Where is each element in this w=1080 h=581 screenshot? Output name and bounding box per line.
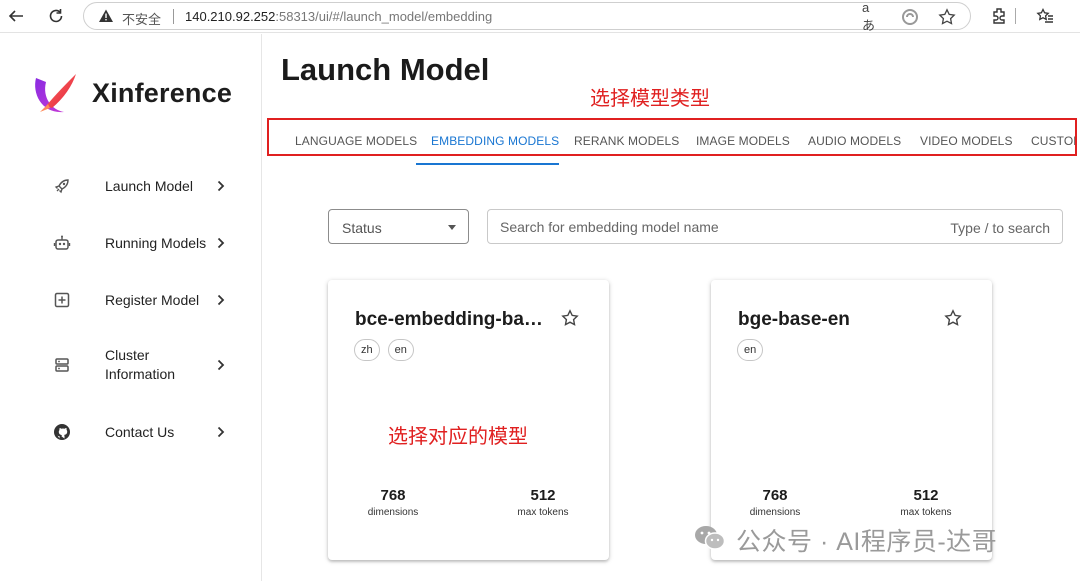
star-icon[interactable]	[944, 309, 962, 327]
model-name: bce-embedding-base_v1	[355, 309, 545, 330]
max-tokens-label: max tokens	[900, 507, 952, 518]
star-icon[interactable]	[561, 309, 579, 327]
warning-icon[interactable]	[98, 8, 114, 24]
status-select[interactable]: Status	[328, 209, 469, 244]
wechat-icon	[694, 524, 726, 557]
dimensions-value: 768	[762, 487, 788, 504]
address-divider	[173, 9, 174, 24]
search-shortcut-hint: Type / to search	[950, 220, 1050, 236]
model-name: bge-base-en	[738, 309, 850, 330]
status-select-label: Status	[342, 220, 382, 236]
tab-audio-models[interactable]: AUDIO MODELS	[808, 134, 901, 148]
caret-down-icon	[448, 225, 456, 230]
active-tab-indicator	[416, 163, 559, 165]
translate-icon[interactable]	[900, 7, 920, 27]
annotation-select-model: 选择对应的模型	[388, 426, 528, 448]
watermark: 公众号 · AI程序员-达哥	[694, 522, 997, 558]
search-field[interactable]: Type / to search	[487, 209, 1063, 244]
tab-custom-models[interactable]: CUSTOM MODELS	[1031, 134, 1075, 148]
favorites-icon[interactable]	[1033, 4, 1057, 28]
language-chips: en	[737, 339, 764, 361]
tab-image-models[interactable]: IMAGE MODELS	[696, 134, 790, 148]
page-title: Launch Model	[281, 52, 490, 87]
dimensions-label: dimensions	[367, 507, 419, 518]
server-icon	[52, 355, 72, 375]
address-bar[interactable]: 不安全 140.210.92.252:58313/ui/#/launch_mod…	[83, 0, 971, 33]
rocket-icon	[52, 176, 72, 196]
sidebar-item-label: Contact Us	[105, 423, 175, 440]
tab-embedding-models[interactable]: EMBEDDING MODELS	[431, 134, 559, 148]
sidebar-item-label: Cluster Information	[105, 347, 176, 382]
max-tokens-label: max tokens	[517, 507, 569, 518]
read-aloud-icon[interactable]: aあ	[862, 0, 882, 33]
sidebar-item-label: Register Model	[105, 291, 200, 308]
language-chip: en	[737, 339, 764, 361]
browser-toolbar: 不安全 140.210.92.252:58313/ui/#/launch_mod…	[0, 0, 1080, 33]
max-tokens-value: 512	[530, 487, 556, 504]
max-tokens-stat: 512 max tokens	[881, 487, 971, 518]
plus-square-icon	[52, 290, 72, 310]
dimensions-label: dimensions	[749, 507, 801, 518]
tab-language-models[interactable]: LANGUAGE MODELS	[295, 134, 417, 148]
url-host: 140.210.92.252	[185, 9, 276, 24]
url-text[interactable]: 140.210.92.252:58313/ui/#/launch_model/e…	[185, 9, 492, 24]
language-chips: zh en	[354, 339, 414, 361]
github-icon	[52, 422, 72, 442]
reload-icon[interactable]	[44, 4, 68, 28]
language-chip: en	[387, 339, 414, 361]
sidebar-item-register-model[interactable]: Register Model	[0, 278, 262, 322]
sidebar-item-launch-model[interactable]: Launch Model	[0, 164, 262, 208]
chevron-right-icon	[215, 179, 227, 193]
sidebar: Xinference Launch Model Running Models R…	[0, 34, 262, 581]
search-input[interactable]	[500, 218, 930, 236]
language-chip: zh	[354, 339, 380, 361]
back-arrow-icon[interactable]	[4, 4, 28, 28]
chevron-right-icon	[215, 236, 227, 250]
max-tokens-value: 512	[913, 487, 939, 504]
dimensions-stat: 768 dimensions	[730, 487, 820, 518]
tab-video-models[interactable]: VIDEO MODELS	[920, 134, 1013, 148]
max-tokens-stat: 512 max tokens	[498, 487, 588, 518]
chevron-right-icon	[215, 293, 227, 307]
dimensions-value: 768	[380, 487, 406, 504]
sidebar-item-cluster-information[interactable]: Cluster Information	[0, 343, 262, 387]
security-label[interactable]: 不安全	[122, 9, 161, 28]
tab-rerank-models[interactable]: RERANK MODELS	[574, 134, 679, 148]
brand-name: Xinference	[92, 78, 233, 108]
sidebar-item-running-models[interactable]: Running Models	[0, 221, 262, 265]
extensions-icon[interactable]	[987, 4, 1011, 28]
chevron-right-icon	[215, 425, 227, 439]
dimensions-stat: 768 dimensions	[348, 487, 438, 518]
chevron-right-icon	[215, 358, 227, 372]
sidebar-item-contact-us[interactable]: Contact Us	[0, 410, 262, 454]
model-type-tabs: LANGUAGE MODELS EMBEDDING MODELS RERANK …	[267, 118, 1077, 156]
sidebar-item-label: Running Models	[105, 234, 207, 251]
favorite-star-icon[interactable]	[937, 7, 957, 27]
toolbar-divider	[1010, 4, 1020, 28]
watermark-text: 公众号 · AI程序员-达哥	[736, 528, 998, 556]
sidebar-item-label: Launch Model	[105, 177, 193, 194]
annotation-select-model-type: 选择模型类型	[590, 88, 710, 110]
robot-icon	[52, 233, 72, 253]
url-path: :58313/ui/#/launch_model/embedding	[275, 9, 493, 24]
model-card-bge-base-en[interactable]: bge-base-en en 768 dimensions 512 max to…	[711, 280, 992, 560]
xinference-logo	[30, 70, 82, 118]
